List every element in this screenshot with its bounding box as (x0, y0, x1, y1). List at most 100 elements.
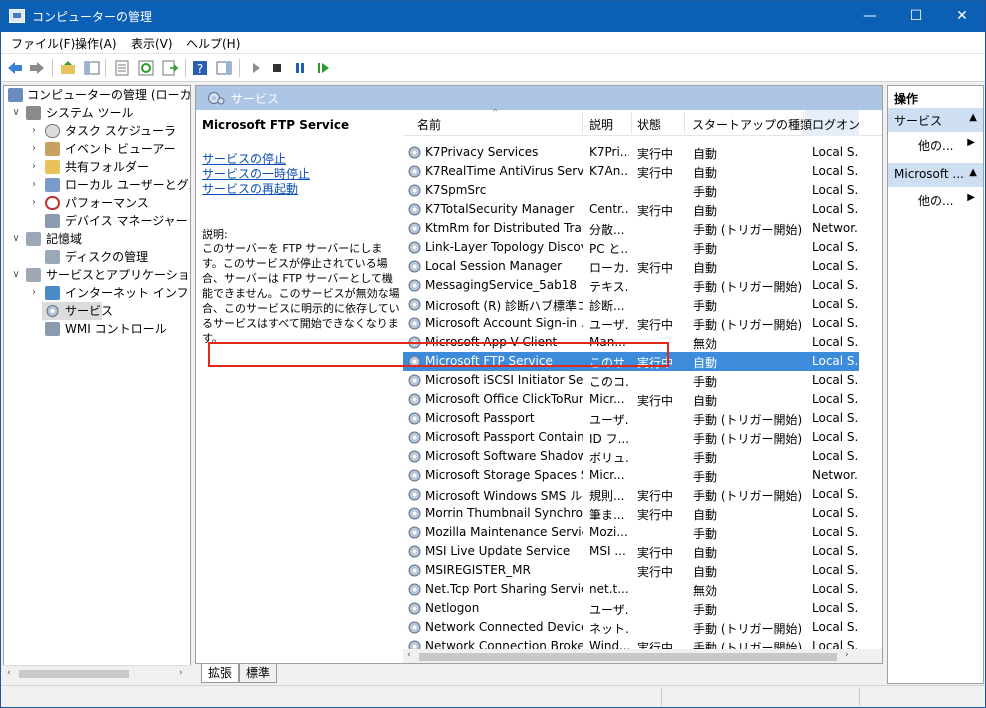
chevron-right-icon[interactable]: › (29, 176, 39, 194)
minimize-button[interactable]: — (847, 1, 893, 32)
table-row[interactable]: Microsoft Passport ユーザ... 手動 (トリガー開始) Local… (403, 409, 859, 428)
table-row[interactable]: Microsoft (R) 診断ハブ標準コ... 診断... 手動 Local S..… (403, 295, 859, 314)
table-row[interactable]: Net.Tcp Port Sharing Service net.t... 無効 Lo… (403, 580, 859, 599)
chevron-right-icon[interactable]: › (29, 158, 39, 176)
column-header-name[interactable]: 名前 (417, 116, 441, 133)
tree-item-iis[interactable]: › インターネット インフォメーシ (4, 284, 190, 302)
table-row[interactable]: Microsoft Software Shadow... ボリュ... 手動 Loca… (403, 447, 859, 466)
tree-item-storage[interactable]: ∨ 記憶域 (4, 230, 190, 248)
table-row[interactable]: MSIREGISTER_MR 実行中 自動 Local S... (403, 561, 859, 580)
table-row[interactable]: Mozilla Maintenance Service Mozi... 手動 Loca… (403, 523, 859, 542)
pause-service-icon[interactable] (291, 59, 309, 77)
back-arrow-icon[interactable] (6, 59, 24, 77)
table-row[interactable]: Morrin Thumbnail Synchro... 筆ま... 実行中 自動 Loc… (403, 504, 859, 523)
table-row[interactable]: Microsoft Office ClickToRun... Micr... 実行中… (403, 390, 859, 409)
list-horizontal-scrollbar[interactable]: ‹ › (403, 649, 882, 663)
tree-item-local-users[interactable]: › ローカル ユーザーとグループ (4, 176, 190, 194)
column-header-logon[interactable]: ログオン (812, 116, 860, 133)
up-folder-icon[interactable] (59, 59, 77, 77)
show-action-pane-icon[interactable] (215, 59, 233, 77)
stop-service-icon[interactable] (268, 59, 286, 77)
tree-item-services-apps[interactable]: ∨ サービスとアプリケーション (4, 266, 190, 284)
table-row[interactable]: K7SpmSrc 手動 Local S... (403, 181, 859, 200)
tree-item-root[interactable]: コンピューターの管理 (ローカル) (4, 86, 190, 104)
table-row[interactable]: Microsoft Storage Spaces S... Micr... 手動 Ne… (403, 466, 859, 485)
column-header-status[interactable]: 状態 (637, 116, 661, 133)
action-more-selected-service[interactable]: 他の... ▶ (888, 189, 983, 211)
cell-logon: Local S... (812, 620, 859, 634)
menu-view[interactable]: 表示(V) (131, 35, 173, 52)
table-row[interactable]: KtmRm for Distributed Trans... 分散... 手動 (ト… (403, 219, 859, 238)
show-hide-console-tree-icon[interactable] (83, 59, 101, 77)
collapse-icon[interactable]: ▲ (969, 112, 977, 123)
tab-standard[interactable]: 標準 (239, 664, 278, 683)
action-group-selected-service[interactable]: Microsoft ... ▲ (888, 163, 983, 187)
table-row[interactable]: Microsoft iSCSI Initiator Ser... このコ... 手動… (403, 371, 859, 390)
tree-item-performance[interactable]: › パフォーマンス (4, 194, 190, 212)
menu-help[interactable]: ヘルプ(H) (186, 35, 240, 52)
tree-item-services[interactable]: サービス (42, 302, 113, 320)
title-bar[interactable]: コンピューターの管理 — ☐ ✕ (1, 1, 985, 32)
forward-arrow-icon[interactable] (28, 59, 46, 77)
close-button[interactable]: ✕ (939, 1, 985, 32)
menu-file[interactable]: ファイル(F) (11, 35, 75, 52)
column-header-startup[interactable]: スタートアップの種類 (692, 116, 812, 133)
table-row[interactable]: MessagingService_5ab18 テキス... 手動 (トリガー開始) L… (403, 276, 859, 295)
restart-service-icon[interactable] (314, 59, 332, 77)
action-group-services[interactable]: サービス ▲ (888, 108, 983, 132)
chevron-right-icon[interactable]: › (29, 122, 39, 140)
cell-startup: 手動 (トリガー開始) (693, 223, 803, 237)
maximize-button[interactable]: ☐ (893, 1, 939, 32)
table-row[interactable]: Microsoft Account Sign-in ... ユーザ... 実行中 手動… (403, 314, 859, 333)
tree-horizontal-scrollbar[interactable]: ‹ › (3, 665, 191, 682)
table-row[interactable]: K7Privacy Services K7Pri... 実行中 自動 Local S..… (403, 143, 859, 162)
tree-item-task-scheduler[interactable]: › タスク スケジューラ (4, 122, 190, 140)
scroll-thumb[interactable] (419, 653, 837, 661)
action-item-label: 他の... (918, 139, 954, 153)
tree-item-event-viewer[interactable]: › イベント ビューアー (4, 140, 190, 158)
properties-icon[interactable] (113, 59, 131, 77)
start-service-icon[interactable] (247, 59, 265, 77)
table-row[interactable]: K7RealTime AntiVirus Services K7An... 実行中 自… (403, 162, 859, 181)
chevron-right-icon[interactable]: › (29, 284, 39, 302)
column-header-description[interactable]: 説明 (589, 116, 613, 133)
chevron-right-icon[interactable]: › (29, 140, 39, 158)
collapse-icon[interactable]: ▲ (969, 167, 977, 178)
tab-extended[interactable]: 拡張 (201, 664, 240, 683)
column-divider[interactable] (582, 112, 583, 134)
chevron-down-icon[interactable]: ∨ (11, 230, 21, 248)
menu-action[interactable]: 操作(A) (75, 35, 117, 52)
tree-item-wmi[interactable]: WMI コントロール (4, 320, 190, 338)
tree-item-disk-management[interactable]: ディスクの管理 (4, 248, 190, 266)
table-row[interactable]: Local Session Manager ローカ... 実行中 自動 Local S.… (403, 257, 859, 276)
export-list-icon[interactable] (161, 59, 179, 77)
table-row[interactable]: MSI Live Update Service MSI ... 実行中 自動 Local… (403, 542, 859, 561)
chevron-down-icon[interactable]: ∨ (11, 266, 21, 284)
table-row[interactable]: K7TotalSecurity Manager Centr... 実行中 自動 Loca… (403, 200, 859, 219)
chevron-right-icon[interactable]: › (29, 194, 39, 212)
table-row[interactable]: Microsoft Windows SMS ル... 規則... 実行中 手動 (トリ… (403, 485, 859, 504)
tree-item-device-manager[interactable]: デバイス マネージャー (4, 212, 190, 230)
column-divider[interactable] (803, 112, 804, 134)
scroll-left-icon[interactable]: ‹ (407, 650, 411, 660)
scroll-right-icon[interactable]: › (845, 650, 849, 660)
cell-logon: Local S... (812, 411, 859, 425)
table-row[interactable]: Link-Layer Topology Discov... PC と... 手動 Lo… (403, 238, 859, 257)
restart-service-link[interactable]: サービスの再起動 (202, 180, 298, 197)
action-more-services[interactable]: 他の... ▶ (888, 134, 983, 156)
help-icon[interactable]: ? (191, 59, 209, 77)
scroll-right-icon[interactable]: › (179, 668, 183, 678)
chevron-down-icon[interactable]: ∨ (11, 104, 21, 122)
highlight-box (208, 342, 669, 367)
table-row[interactable]: Netlogon ユーザ... 手動 Local S... (403, 599, 859, 618)
tree-item-shared-folders[interactable]: › 共有フォルダー (4, 158, 190, 176)
scroll-left-icon[interactable]: ‹ (7, 668, 11, 678)
scroll-thumb[interactable] (19, 670, 129, 678)
column-divider[interactable] (684, 112, 685, 134)
column-divider[interactable] (631, 112, 632, 134)
refresh-icon[interactable] (137, 59, 155, 77)
tree-item-system-tools[interactable]: ∨ システム ツール (4, 104, 190, 122)
table-row[interactable]: Network Connected Device... ネット... 手動 (トリガ… (403, 618, 859, 637)
table-row[interactable]: Microsoft Passport Container ID フ... 手動 (ト… (403, 428, 859, 447)
tree-label: サービスとアプリケーション (46, 268, 191, 282)
